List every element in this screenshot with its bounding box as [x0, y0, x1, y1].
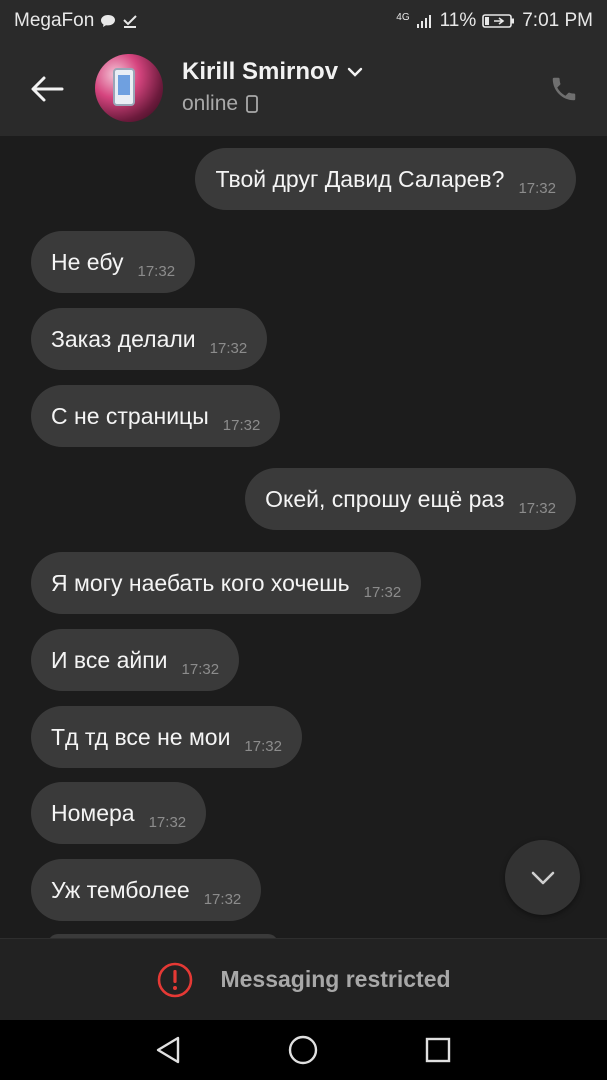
circle-home-icon: [288, 1035, 318, 1065]
message-time: 17:32: [203, 890, 242, 908]
network-type: 4G: [396, 12, 410, 23]
clock: 7:01 PM: [522, 10, 593, 31]
contact-status: online: [182, 92, 258, 116]
nav-home-button[interactable]: [283, 1030, 323, 1070]
restricted-label: Messaging restricted: [220, 966, 451, 992]
message-bubble-incoming[interactable]: Заказ делали 17:32: [31, 308, 268, 370]
messaging-restricted-bar: Messaging restricted: [0, 938, 607, 1020]
message-bubble-outgoing[interactable]: Окей, спрошу ещё раз 17:32: [245, 468, 576, 530]
system-nav-bar: [0, 1020, 607, 1080]
message-time: 17:32: [518, 499, 556, 517]
message-text: Окей, спрошу ещё раз: [265, 485, 505, 512]
carrier-name: MegaFon: [14, 10, 95, 31]
avatar-image: [113, 68, 135, 106]
contact-name: Kirill Smirnov: [182, 58, 339, 85]
message-time: 17:32: [148, 813, 187, 831]
message-bubble-incoming[interactable]: Не ебу 17:32: [31, 231, 196, 293]
avatar[interactable]: [95, 54, 163, 122]
message-bubble-outgoing[interactable]: Твой друг Давид Саларев? 17:32: [195, 148, 576, 210]
message-time: 17:32: [181, 660, 220, 678]
phone-icon: [552, 77, 576, 101]
message-time: 17:32: [222, 416, 261, 434]
message-text: Я могу наебать кого хочешь: [51, 569, 350, 596]
arrow-left-icon: [31, 76, 64, 102]
nav-recents-button[interactable]: [418, 1030, 458, 1070]
download-done-icon: [122, 13, 138, 29]
message-text: С не страницы: [51, 402, 209, 429]
message-bubble-incoming[interactable]: И все айпи 17:32: [31, 629, 240, 691]
contact-name-button[interactable]: Kirill Smirnov: [182, 58, 364, 86]
nav-back-button[interactable]: [148, 1030, 188, 1070]
message-text: Твой друг Давид Саларев?: [215, 165, 505, 192]
battery-charging-icon: [482, 13, 516, 29]
signal-icon: [416, 13, 434, 29]
call-button[interactable]: [543, 68, 585, 110]
presence-label: online: [182, 92, 239, 115]
message-text: И все айпи: [51, 646, 168, 673]
chevron-down-icon: [531, 871, 554, 884]
message-bubble-incoming[interactable]: Номера 17:32: [31, 782, 207, 844]
back-button[interactable]: [22, 64, 72, 114]
message-text: Уж темболее: [51, 876, 190, 903]
message-bubble-incoming[interactable]: С не страницы 17:32: [31, 385, 281, 447]
message-time: 17:32: [518, 179, 556, 197]
message-text: Заказ делали: [51, 325, 196, 352]
message-list[interactable]: Твой друг Давид Саларев? 17:32 Не ебу 17…: [0, 136, 607, 938]
message-time: 17:32: [209, 339, 248, 357]
square-recents-icon: [425, 1037, 451, 1063]
battery-percent: 11%: [439, 10, 477, 31]
message-time: 17:32: [244, 737, 282, 755]
status-bar: MegaFon 4G 11% 7:01 PM: [0, 0, 607, 42]
message-text: Не ебу: [51, 248, 124, 275]
alert-circle-icon: [158, 962, 193, 997]
message-bubble-incoming[interactable]: Я могу наебать кого хочешь 17:32: [31, 552, 422, 614]
message-bubble-incoming[interactable]: Уж темболее 17:32: [31, 859, 262, 921]
triangle-back-icon: [156, 1036, 180, 1064]
message-notification-icon: [100, 14, 116, 28]
mobile-icon: [246, 95, 258, 113]
message-text: Номера: [51, 799, 135, 826]
message-text: Тд тд все не мои: [51, 723, 231, 750]
message-bubble-incoming[interactable]: Тд тд все не мои 17:32: [31, 706, 302, 768]
chat-header: Kirill Smirnov online: [0, 42, 607, 136]
message-time: 17:32: [363, 583, 402, 601]
chevron-down-icon: [347, 67, 363, 77]
scroll-to-bottom-button[interactable]: [505, 840, 580, 915]
message-time: 17:32: [137, 262, 176, 280]
